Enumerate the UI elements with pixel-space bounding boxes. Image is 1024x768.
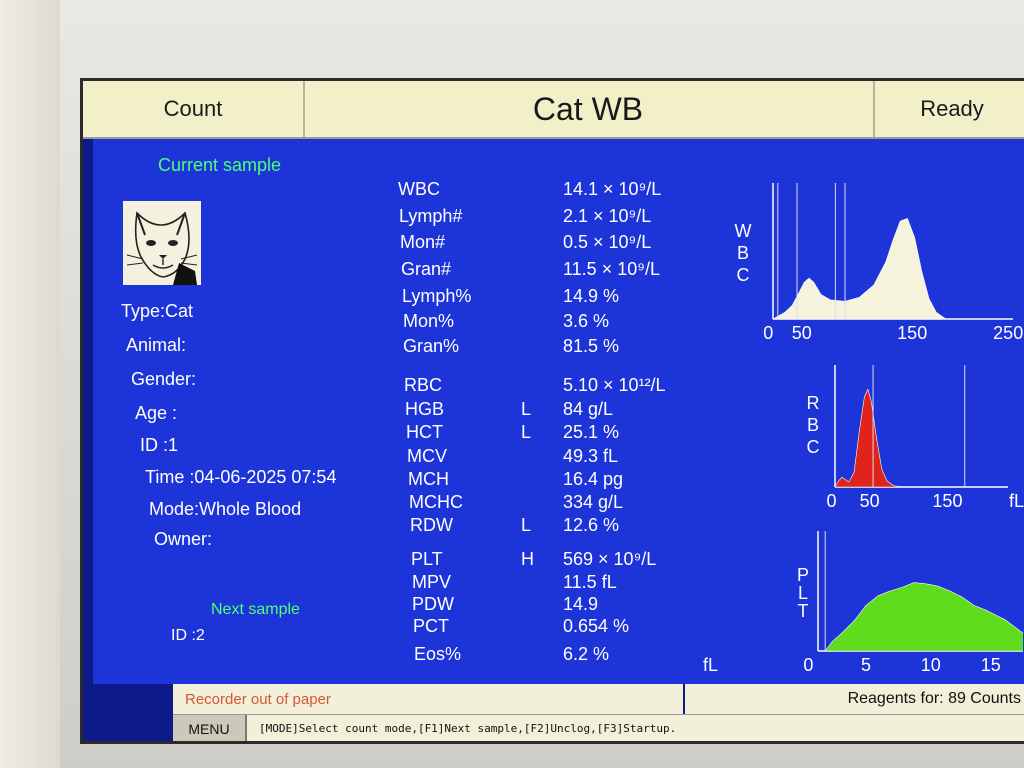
result-name: HGB (405, 399, 445, 419)
result-flag: L (521, 399, 532, 419)
tick-label: 150 (932, 491, 962, 511)
result-name: PDW (412, 594, 454, 614)
result-name: MCHC (409, 492, 463, 512)
histogram-curve (771, 217, 947, 320)
result-value: 14.9 (563, 594, 599, 614)
result-flag: H (521, 549, 534, 569)
analyzer-screen: Count Cat WB Ready Current sample Type:C… (80, 78, 1024, 744)
mode-field: Mode:Whole Blood (149, 499, 302, 519)
id-field: ID :1 (140, 435, 179, 455)
reagents-counter: Reagents for: 89 Counts (685, 684, 1024, 714)
result-name: MCV (407, 446, 447, 466)
owner-field: Owner: (154, 529, 213, 549)
header-bar: Count Cat WB Ready (83, 81, 1024, 139)
result-value: 49.3 fL (563, 446, 619, 466)
result-name: MCH (408, 469, 449, 489)
result-value: 16.4 pg (563, 469, 624, 489)
axis-label-letter: B (807, 415, 819, 435)
result-name: PCT (413, 616, 449, 636)
result-name: HCT (406, 422, 443, 442)
menu-button[interactable]: MENU (173, 715, 247, 741)
result-value: 12.6 % (563, 515, 620, 535)
histogram-curve (834, 388, 905, 488)
result-value: 0.5 × 10⁹/L (563, 232, 652, 252)
axis-label-letter: P (797, 565, 809, 585)
result-flag: L (521, 515, 532, 535)
tick-label: 10 (921, 655, 941, 671)
rbc-histogram: RBC 0 50 150 fL (807, 365, 1024, 511)
result-name: MPV (412, 572, 452, 592)
wbc-histogram: WBC 0 50 150 250 (735, 183, 1023, 343)
help-bar: MENU [MODE]Select count mode,[F1]Next sa… (173, 714, 1024, 741)
tick-label: 50 (792, 323, 812, 343)
result-value: 6.2 % (563, 644, 610, 664)
current-sample-heading: Current sample (158, 155, 282, 175)
result-name: Gran# (401, 259, 452, 279)
axis-label-letter: C (737, 265, 750, 285)
result-name: Mon% (403, 311, 455, 331)
tick-label: 15 (981, 655, 1001, 671)
tick-label: 5 (861, 655, 871, 671)
device-edge (0, 0, 60, 768)
result-value: 14.9 % (563, 286, 620, 306)
axis-label-letter: C (807, 437, 820, 457)
result-name: RBC (404, 375, 443, 395)
result-value: 5.10 × 10¹²/L (563, 375, 666, 395)
axis-label-letter: L (798, 583, 808, 603)
result-value: 3.6 % (563, 311, 610, 331)
result-value: 25.1 % (563, 422, 620, 442)
result-value: 84 g/L (563, 399, 614, 419)
result-value: 2.1 × 10⁹/L (563, 206, 652, 226)
result-name: Gran% (403, 336, 460, 356)
unit-label: fL (1009, 491, 1024, 511)
tick-label: 250 (993, 323, 1023, 343)
result-value: 11.5 × 10⁹/L (563, 259, 660, 279)
tick-label: 150 (897, 323, 927, 343)
result-name: Lymph% (402, 286, 472, 306)
mode-label: Count (83, 81, 305, 137)
type-field: Type:Cat (121, 301, 194, 321)
time-field: Time :04-06-2025 07:54 (145, 467, 337, 487)
status-label: Ready (873, 81, 1024, 137)
result-name: PLT (411, 549, 443, 569)
result-value: 11.5 fL (563, 572, 617, 592)
tick-label: 0 (763, 323, 773, 343)
results-panel: Current sample Type:Cat Animal: Gender: … (93, 139, 1024, 684)
recorder-warning: Recorder out of paper (173, 684, 683, 714)
plt-histogram: PLT05101520fL (703, 531, 1023, 671)
result-flag: L (521, 422, 532, 442)
axis-label-letter: T (798, 601, 809, 621)
page-title: Cat WB (532, 90, 644, 127)
result-name: Mon# (400, 232, 446, 252)
result-name: Eos% (414, 644, 462, 664)
next-sample-heading: Next sample (211, 601, 300, 618)
axis-label-letter: B (737, 243, 749, 263)
tick-label: 0 (803, 655, 813, 671)
result-value: 0.654 % (563, 616, 630, 636)
tick-label: 0 (827, 491, 837, 511)
histogram-curve (824, 582, 1023, 652)
gender-field: Gender: (131, 369, 197, 389)
axis-label-letter: W (735, 221, 752, 241)
result-value: 334 g/L (563, 492, 624, 512)
result-name: RDW (410, 515, 453, 535)
result-value: 14.1 × 10⁹/L (563, 179, 662, 199)
age-field: Age : (135, 403, 178, 423)
unit-label: fL (703, 655, 718, 671)
result-name: WBC (398, 179, 440, 199)
help-text: [MODE]Select count mode,[F1]Next sample,… (259, 722, 677, 735)
cat-icon (123, 201, 201, 285)
result-value: 569 × 10⁹/L (563, 549, 657, 569)
next-id-field: ID :2 (171, 627, 205, 644)
animal-field: Animal: (126, 335, 187, 355)
axis-label-letter: R (807, 393, 820, 413)
status-bar: Recorder out of paper Reagents for: 89 C… (173, 684, 1024, 714)
result-name: Lymph# (399, 206, 463, 226)
tick-label: 50 (860, 491, 880, 511)
result-value: 81.5 % (563, 336, 620, 356)
